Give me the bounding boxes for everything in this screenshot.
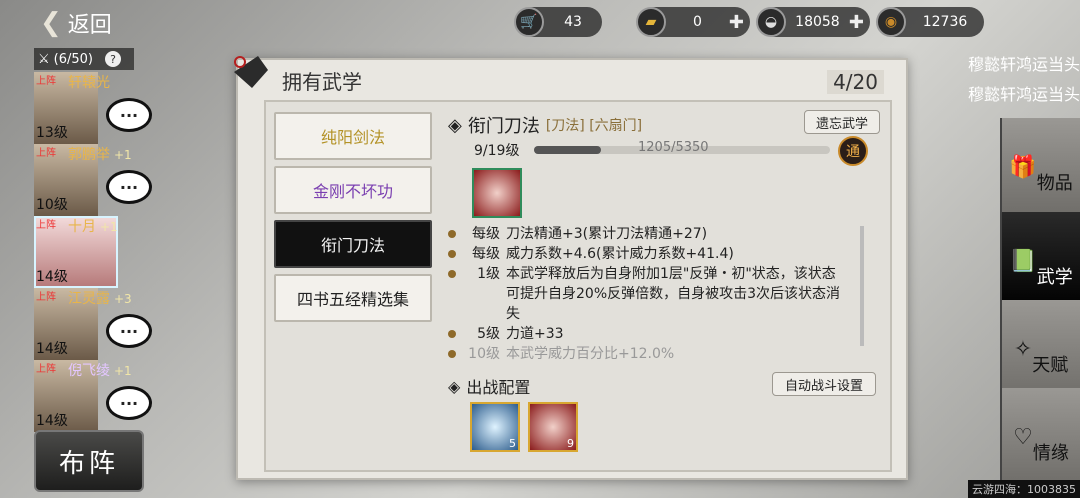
effect-item: 10级 本武学威力百分比+12.0% (448, 344, 848, 360)
skill-count: 4/20 (827, 70, 884, 94)
chevron-left-icon: ❮ (40, 8, 62, 38)
battle-slot[interactable]: 9 (528, 402, 578, 452)
nav-martial-arts[interactable]: 📗 武学 (1000, 212, 1080, 310)
marquee-text: 穆懿轩鸿运当头 穆懿轩鸿运当头 (967, 55, 1080, 104)
talent-icon: ✧ (1013, 336, 1033, 362)
chat-bubble-icon[interactable]: ··· (106, 314, 152, 348)
currency-silver[interactable]: ◒ 18058 ✚ (756, 7, 870, 37)
help-icon[interactable]: ? (105, 51, 121, 67)
team-icon: ⚔ (38, 51, 50, 67)
hero-card[interactable]: 上阵 倪飞绫 +1 ··· 14级 (34, 360, 158, 432)
hero-card[interactable]: 上阵 郭鹏举 +1 ··· 10级 (34, 144, 158, 216)
effect-item: 每级 威力系数+4.6(累计威力系数+41.4) (448, 244, 848, 264)
scrollbar[interactable] (860, 226, 864, 346)
plus-icon[interactable]: ✚ (849, 12, 864, 33)
skill-icon[interactable] (472, 168, 522, 218)
hero-name: 郭鹏举 +1 (68, 147, 132, 163)
cart-icon: 🛒 (514, 7, 544, 37)
skill-level: 9/19级 (474, 143, 520, 159)
bullet-icon (448, 350, 456, 358)
panel-title: 拥有武学 (282, 70, 362, 94)
chat-bubble-icon[interactable]: ··· (106, 386, 152, 420)
martial-arts-panel: 拥有武学 4/20 纯阳剑法 金刚不坏功 衔门刀法 四书五经精选集 ◈ 衔门刀法… (234, 56, 908, 480)
plus-icon[interactable]: ✚ (729, 12, 744, 33)
effect-item: 5级 力道+33 (448, 324, 848, 344)
nav-talent[interactable]: ✧ 天赋 (1000, 300, 1080, 398)
copper-coin-icon: ◉ (876, 7, 906, 37)
heart-icon: ♡ (1013, 424, 1033, 450)
brush-logo-icon (234, 56, 268, 88)
gold-ingot-icon: ▰ (636, 7, 666, 37)
bullet-icon (448, 330, 456, 338)
chat-bubble-icon[interactable]: ··· (106, 98, 152, 132)
hero-roster: ⚔ (6/50) ? 上阵 轩辕光 ··· 13级 上阵 郭鹏举 +1 ··· 1… (34, 48, 158, 432)
effect-list: 每级 刀法精通+3(累计刀法精通+27) 每级 威力系数+4.6(累计威力系数+41… (448, 224, 848, 360)
currency-copper: ◉ 12736 (876, 7, 984, 37)
nav-items[interactable]: 🎁 物品 (1000, 118, 1080, 216)
currency-gold[interactable]: ▰ 0 ✚ (636, 7, 750, 37)
hero-name: 轩辕光 (68, 75, 110, 91)
hero-card[interactable]: 上阵 轩辕光 ··· 13级 (34, 72, 158, 144)
skill-tab[interactable]: 纯阳剑法 (274, 112, 432, 160)
chest-icon: 🎁 (1009, 154, 1037, 180)
battle-config-title: ◈ 出战配置 (448, 376, 531, 398)
effect-item: 每级 刀法精通+3(累计刀法精通+27) (448, 224, 848, 244)
panel-body: 纯阳剑法 金刚不坏功 衔门刀法 四书五经精选集 ◈ 衔门刀法 [刀法] [六扇门… (264, 100, 892, 472)
book-icon: 📗 (1009, 248, 1037, 274)
hero-name: 江灵露 +3 (68, 291, 132, 307)
diamond-icon: ◈ (448, 114, 462, 136)
bullet-icon (448, 250, 456, 258)
nav-bond[interactable]: ♡ 情缘 (1000, 388, 1080, 486)
formation-button[interactable]: 布阵 (34, 430, 144, 492)
hero-name: 十月 +1 (68, 219, 118, 235)
skill-tab[interactable]: 四书五经精选集 (274, 274, 432, 322)
chat-bubble-icon[interactable]: ··· (106, 170, 152, 204)
skill-title: ◈ 衔门刀法 [刀法] [六扇门] (448, 114, 643, 138)
silver-ingot-icon: ◒ (756, 7, 786, 37)
diamond-icon: ◈ (448, 376, 461, 396)
bullet-icon (448, 270, 456, 278)
back-button[interactable]: ❮ 返回 (40, 6, 130, 40)
roster-count: ⚔ (6/50) ? (34, 48, 134, 70)
bullet-icon (448, 230, 456, 238)
exp-text: 1205/5350 (638, 140, 709, 155)
mastery-badge[interactable]: 通 (838, 136, 868, 166)
hero-name: 倪飞绫 +1 (68, 363, 132, 379)
skill-tab-selected[interactable]: 衔门刀法 (274, 220, 432, 268)
currency-cart: 🛒 43 (514, 7, 602, 37)
skill-detail: ◈ 衔门刀法 [刀法] [六扇门] 遗忘武学 9/19级 1205/5350 通… (442, 106, 884, 466)
skill-tab[interactable]: 金刚不坏功 (274, 166, 432, 214)
effect-item: 1级 本武学释放后为自身附加1层"反弹・初"状态，该状态可提升自身20%反弹倍数，… (448, 264, 848, 324)
hero-card[interactable]: 上阵 江灵露 +3 ··· 14级 (34, 288, 158, 360)
hero-card-selected[interactable]: 上阵 十月 +1 14级 (34, 216, 158, 288)
auto-battle-settings-button[interactable]: 自动战斗设置 (772, 372, 876, 396)
exp-bar-fill (534, 146, 601, 154)
watermark: 云游四海：1003835 (968, 480, 1080, 498)
back-label: 返回 (67, 13, 112, 38)
battle-slot[interactable]: 5 (470, 402, 520, 452)
forget-skill-button[interactable]: 遗忘武学 (804, 110, 880, 134)
